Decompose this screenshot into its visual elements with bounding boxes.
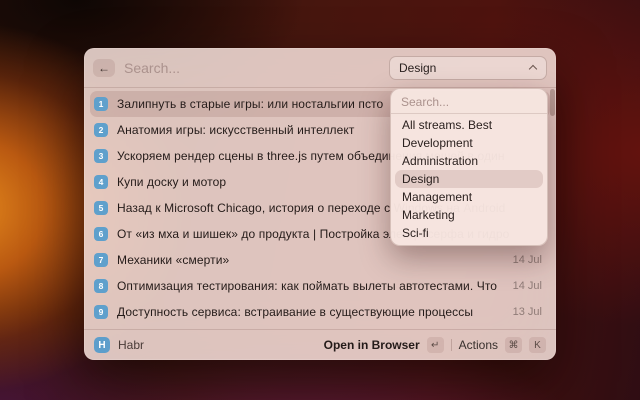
item-date: 14 Jul	[513, 280, 542, 292]
chevron-up-icon	[530, 64, 537, 71]
dropdown-item-development[interactable]: Development	[395, 134, 543, 152]
item-number-badge: 9	[94, 305, 108, 319]
k-key-icon: K	[529, 337, 546, 353]
item-date: 13 Jul	[513, 306, 542, 318]
footer-bar: H Habr Open in Browser ↵ Actions ⌘ K	[84, 329, 556, 360]
dropdown-items: All streams. Best Development Administra…	[391, 114, 547, 245]
cmd-key-icon: ⌘	[505, 337, 522, 353]
back-button[interactable]: ←	[93, 59, 115, 77]
footer-separator	[451, 339, 452, 351]
open-in-browser-button[interactable]: Open in Browser	[324, 338, 420, 352]
list-item[interactable]: 7 Механики «смерти» 14 Jul	[90, 247, 550, 273]
item-title: Оптимизация тестирования: как поймать вы…	[117, 279, 501, 293]
back-arrow-icon: ←	[98, 61, 110, 75]
search-bar: ← Design	[84, 48, 556, 88]
list-item[interactable]: 9 Доступность сервиса: встраивание в сущ…	[90, 299, 550, 325]
dropdown-item-administration[interactable]: Administration	[395, 152, 543, 170]
dropdown-item-all-streams[interactable]: All streams. Best	[395, 116, 543, 134]
item-title: Механики «смерти»	[117, 253, 501, 267]
search-input[interactable]	[124, 60, 389, 76]
item-number-badge: 6	[94, 227, 108, 241]
stream-dropdown-panel: All streams. Best Development Administra…	[390, 88, 548, 246]
item-date: 14 Jul	[513, 254, 542, 266]
item-title: Доступность сервиса: встраивание в сущес…	[117, 305, 501, 319]
dropdown-item-sci-fi[interactable]: Sci-fi	[395, 224, 543, 242]
launcher-window: ← Design 1 Залипнуть в старые игры: или …	[84, 48, 556, 360]
dropdown-search	[391, 93, 547, 110]
item-number-badge: 8	[94, 279, 108, 293]
scrollbar-thumb[interactable]	[550, 89, 555, 116]
stream-select-value: Design	[399, 61, 436, 75]
dropdown-item-marketing[interactable]: Marketing	[395, 206, 543, 224]
app-name: Habr	[118, 338, 144, 352]
dropdown-item-design[interactable]: Design	[395, 170, 543, 188]
item-number-badge: 1	[94, 97, 108, 111]
stream-select-dropdown[interactable]: Design	[389, 56, 547, 80]
actions-button[interactable]: Actions	[459, 338, 498, 352]
enter-key-icon: ↵	[427, 337, 444, 353]
dropdown-search-input[interactable]	[401, 95, 537, 109]
dropdown-item-management[interactable]: Management	[395, 188, 543, 206]
item-number-badge: 4	[94, 175, 108, 189]
item-number-badge: 2	[94, 123, 108, 137]
habr-app-icon: H	[94, 337, 110, 353]
item-number-badge: 7	[94, 253, 108, 267]
list-item[interactable]: 8 Оптимизация тестирования: как поймать …	[90, 273, 550, 299]
item-number-badge: 5	[94, 201, 108, 215]
item-number-badge: 3	[94, 149, 108, 163]
